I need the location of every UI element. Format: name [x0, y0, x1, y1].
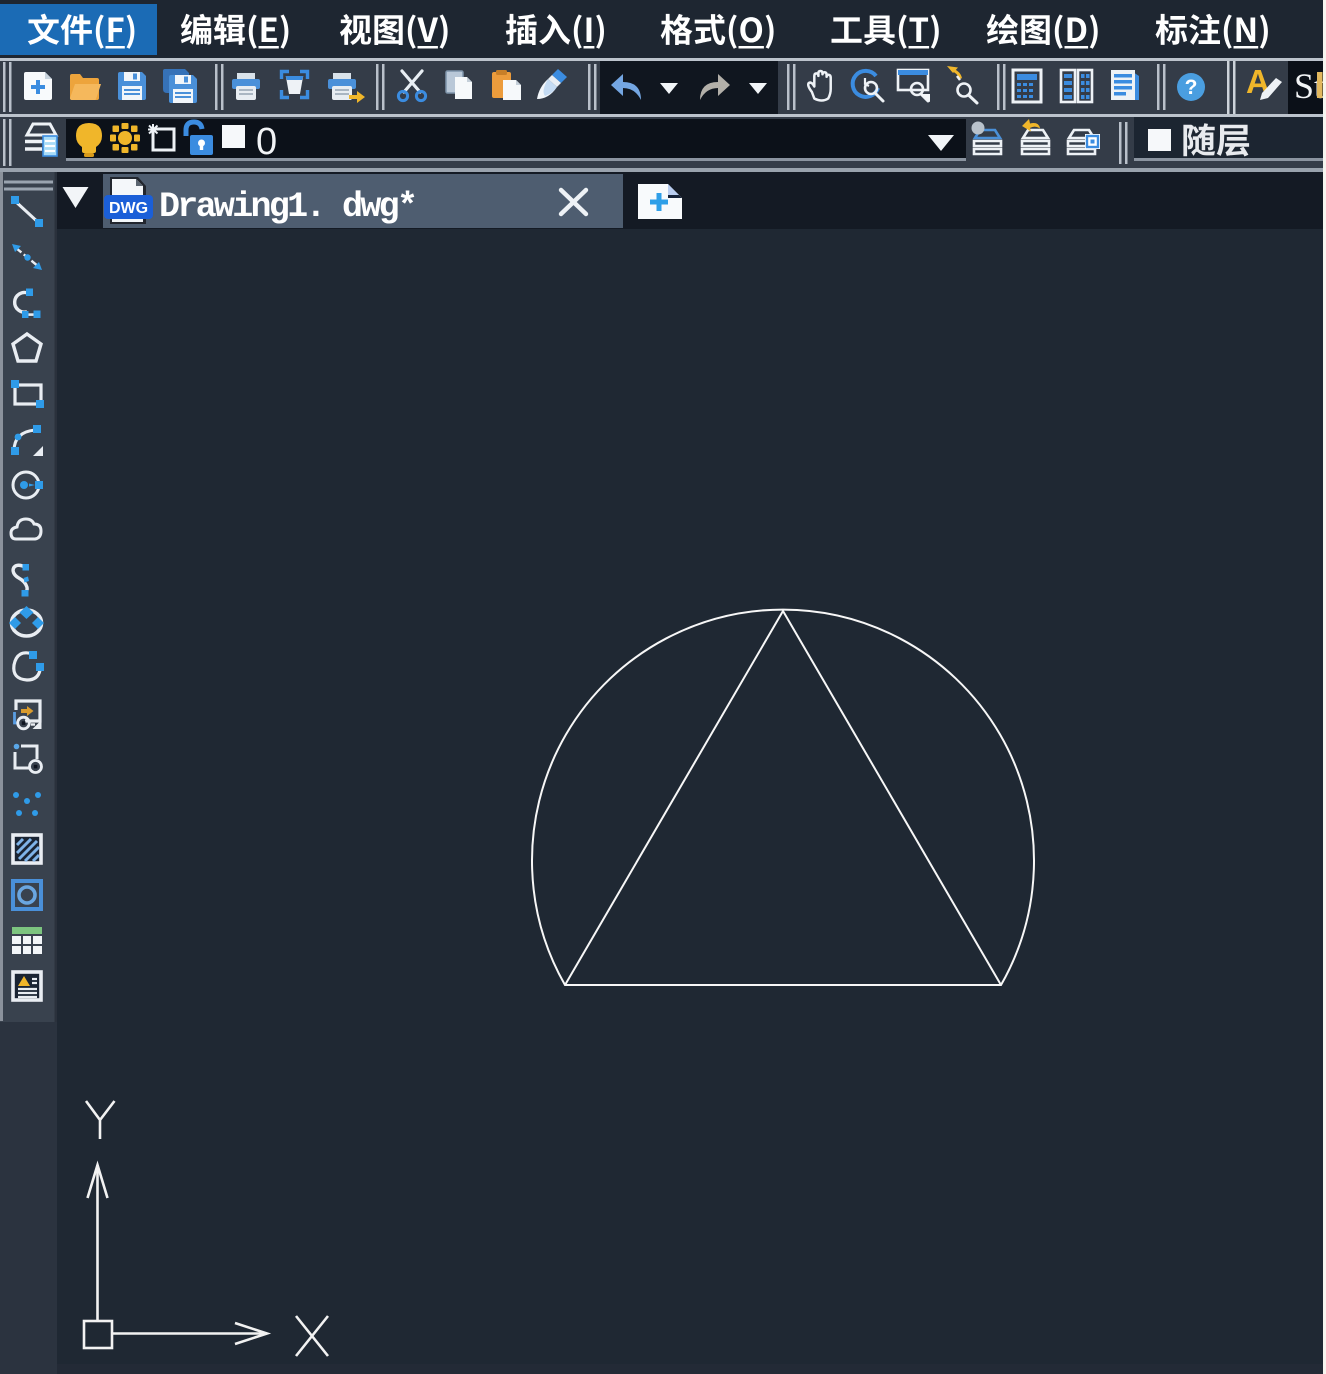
svg-text:Drawing1. dwg*: Drawing1. dwg* [159, 187, 415, 227]
svg-text:0: 0 [256, 121, 277, 163]
svg-text:?: ? [1185, 76, 1198, 99]
svg-text:DWG: DWG [109, 200, 148, 217]
